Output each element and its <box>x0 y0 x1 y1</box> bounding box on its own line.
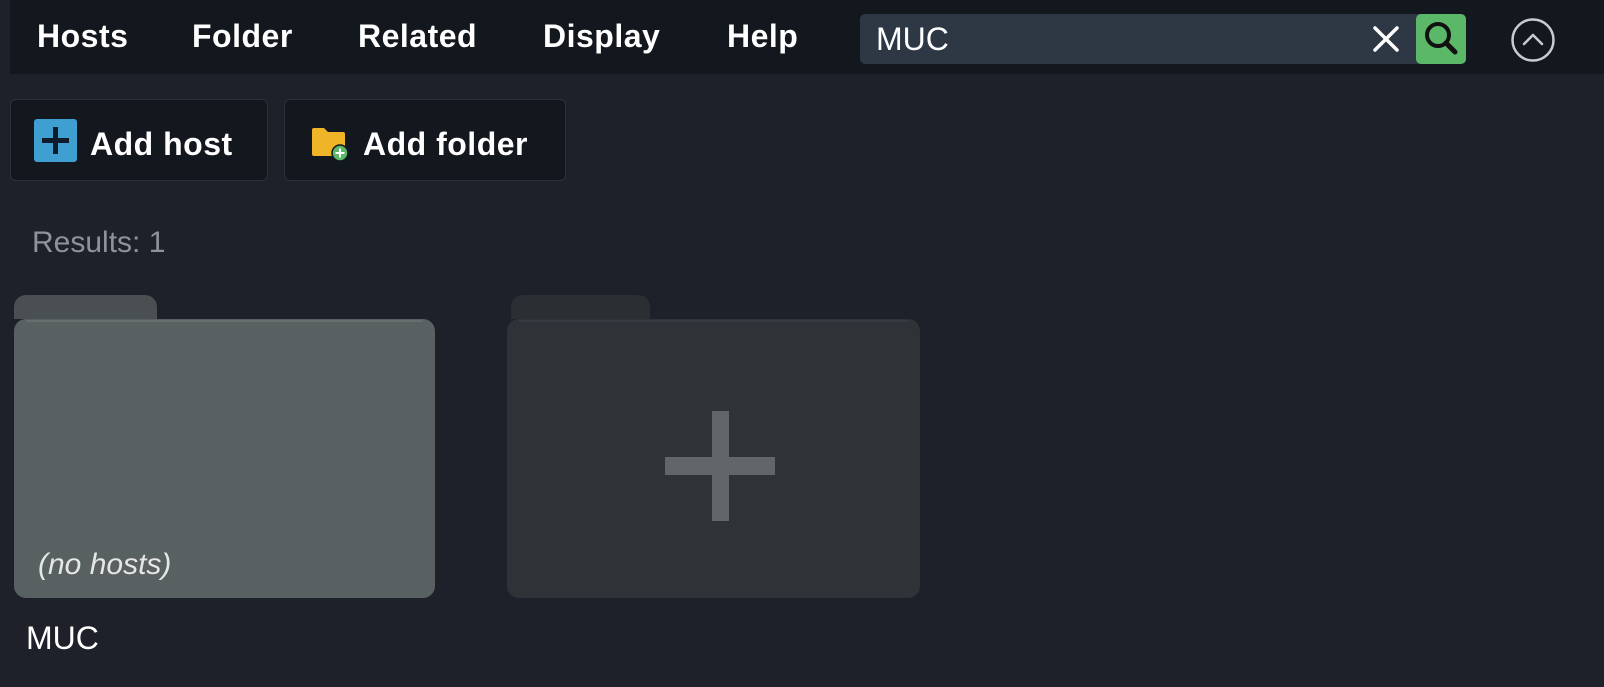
menu-display[interactable]: Display <box>543 18 660 55</box>
chevron-up-circle-icon <box>1511 18 1555 62</box>
plus-icon <box>665 411 775 521</box>
menu-hosts[interactable]: Hosts <box>37 18 128 55</box>
search-input[interactable] <box>876 14 1356 64</box>
add-host-label: Add host <box>90 126 233 162</box>
folder-status: (no hosts) <box>38 548 172 581</box>
menu-related[interactable]: Related <box>358 18 477 55</box>
add-folder-label: Add folder <box>363 126 528 162</box>
search-box <box>860 14 1466 64</box>
add-host-button[interactable]: Add host <box>10 99 268 181</box>
search-button[interactable] <box>1416 14 1466 64</box>
add-folder-icon <box>312 128 349 162</box>
new-folder-tile[interactable] <box>505 291 930 603</box>
folder-name[interactable]: MUC <box>26 620 99 657</box>
clear-search-button[interactable] <box>1362 14 1412 64</box>
menu-help[interactable]: Help <box>727 18 798 55</box>
add-folder-button[interactable]: Add folder <box>284 99 566 181</box>
menu-folder[interactable]: Folder <box>192 18 293 55</box>
search-icon <box>1425 22 1458 55</box>
results-count: Results: 1 <box>32 226 166 259</box>
add-host-icon <box>34 119 77 162</box>
collapse-button[interactable] <box>1510 17 1556 63</box>
close-icon <box>1373 26 1399 52</box>
